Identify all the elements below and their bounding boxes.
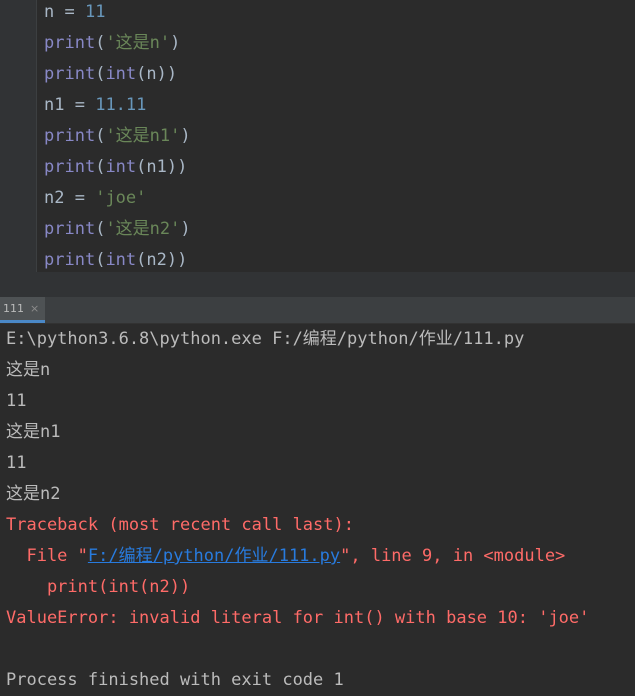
code-editor[interactable]: n = 11 print('这是n') print(int(n)) n1 = 1… (0, 0, 635, 272)
console-output-line: 这是n (6, 360, 51, 380)
traceback-code-line: print(int(n2)) (6, 577, 191, 597)
panel-divider[interactable] (0, 272, 635, 297)
traceback-header: Traceback (most recent call last): (6, 515, 354, 535)
console-command: E:\python3.6.8\python.exe F:/编程/python/作… (6, 329, 525, 349)
code-line-3[interactable]: print(int(n)) (44, 59, 177, 90)
code-line-4[interactable]: n1 = 11.11 (44, 90, 146, 121)
run-console[interactable]: E:\python3.6.8\python.exe F:/编程/python/作… (0, 324, 635, 695)
run-tab-label: 111 (3, 302, 24, 315)
console-output-line: 这是n2 (6, 484, 61, 504)
console-output-line: 11 (6, 391, 27, 411)
exit-message: Process finished with exit code 1 (6, 670, 344, 690)
code-line-1[interactable]: n = 11 (44, 0, 105, 28)
code-line-6[interactable]: print(int(n1)) (44, 152, 187, 183)
code-line-5[interactable]: print('这是n1') (44, 121, 191, 152)
code-line-7[interactable]: n2 = 'joe' (44, 183, 146, 214)
error-message: ValueError: invalid literal for int() wi… (6, 608, 590, 628)
close-icon[interactable]: × (30, 302, 39, 315)
code-line-8[interactable]: print('这是n2') (44, 214, 191, 245)
console-output-line: 11 (6, 453, 27, 473)
run-tab[interactable]: 111 × (0, 297, 46, 323)
traceback-file-line: File "F:/编程/python/作业/111.py", line 9, i… (6, 546, 566, 566)
console-output-line: 这是n1 (6, 422, 61, 442)
file-link[interactable]: F:/编程/python/作业/111.py (88, 546, 340, 566)
code-line-2[interactable]: print('这是n') (44, 28, 180, 59)
editor-gutter (0, 0, 37, 272)
run-tab-bar: 111 × (0, 297, 635, 324)
